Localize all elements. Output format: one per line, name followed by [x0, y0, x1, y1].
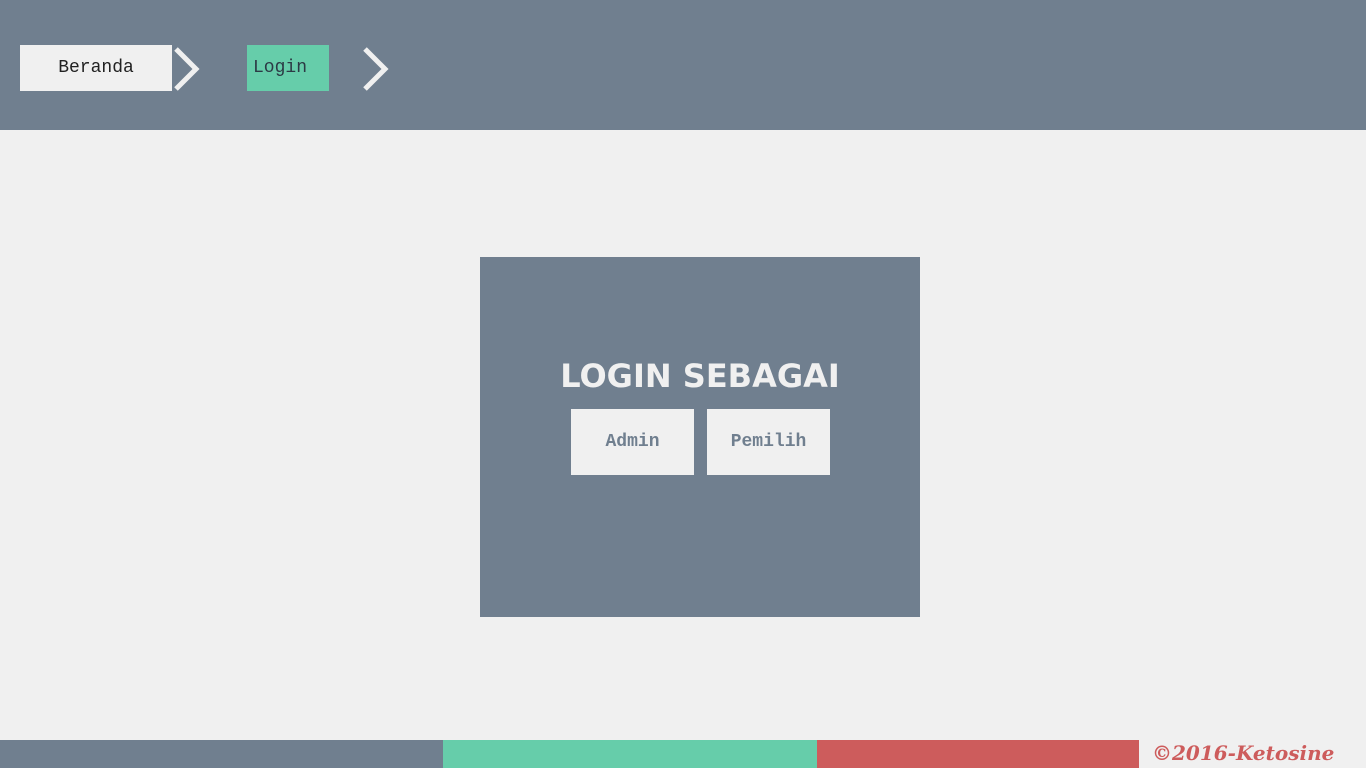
- nav-beranda-button[interactable]: Beranda: [20, 45, 172, 91]
- chevron-right-icon: [174, 47, 200, 91]
- login-title: LOGIN SEBAGAI: [560, 357, 840, 395]
- admin-login-button[interactable]: Admin: [571, 409, 694, 475]
- copyright-text: ©2016-Ketosine: [1152, 741, 1335, 765]
- footer-stripe-red: [817, 740, 1139, 768]
- pemilih-login-button[interactable]: Pemilih: [707, 409, 830, 475]
- footer-stripe-gray: [0, 740, 443, 768]
- footer-stripe-green: [443, 740, 817, 768]
- login-role-panel: LOGIN SEBAGAI Admin Pemilih: [480, 257, 920, 617]
- nav-login-button[interactable]: Login: [247, 45, 329, 91]
- chevron-right-icon: [363, 47, 389, 91]
- top-navigation-bar: Beranda Login: [0, 0, 1366, 130]
